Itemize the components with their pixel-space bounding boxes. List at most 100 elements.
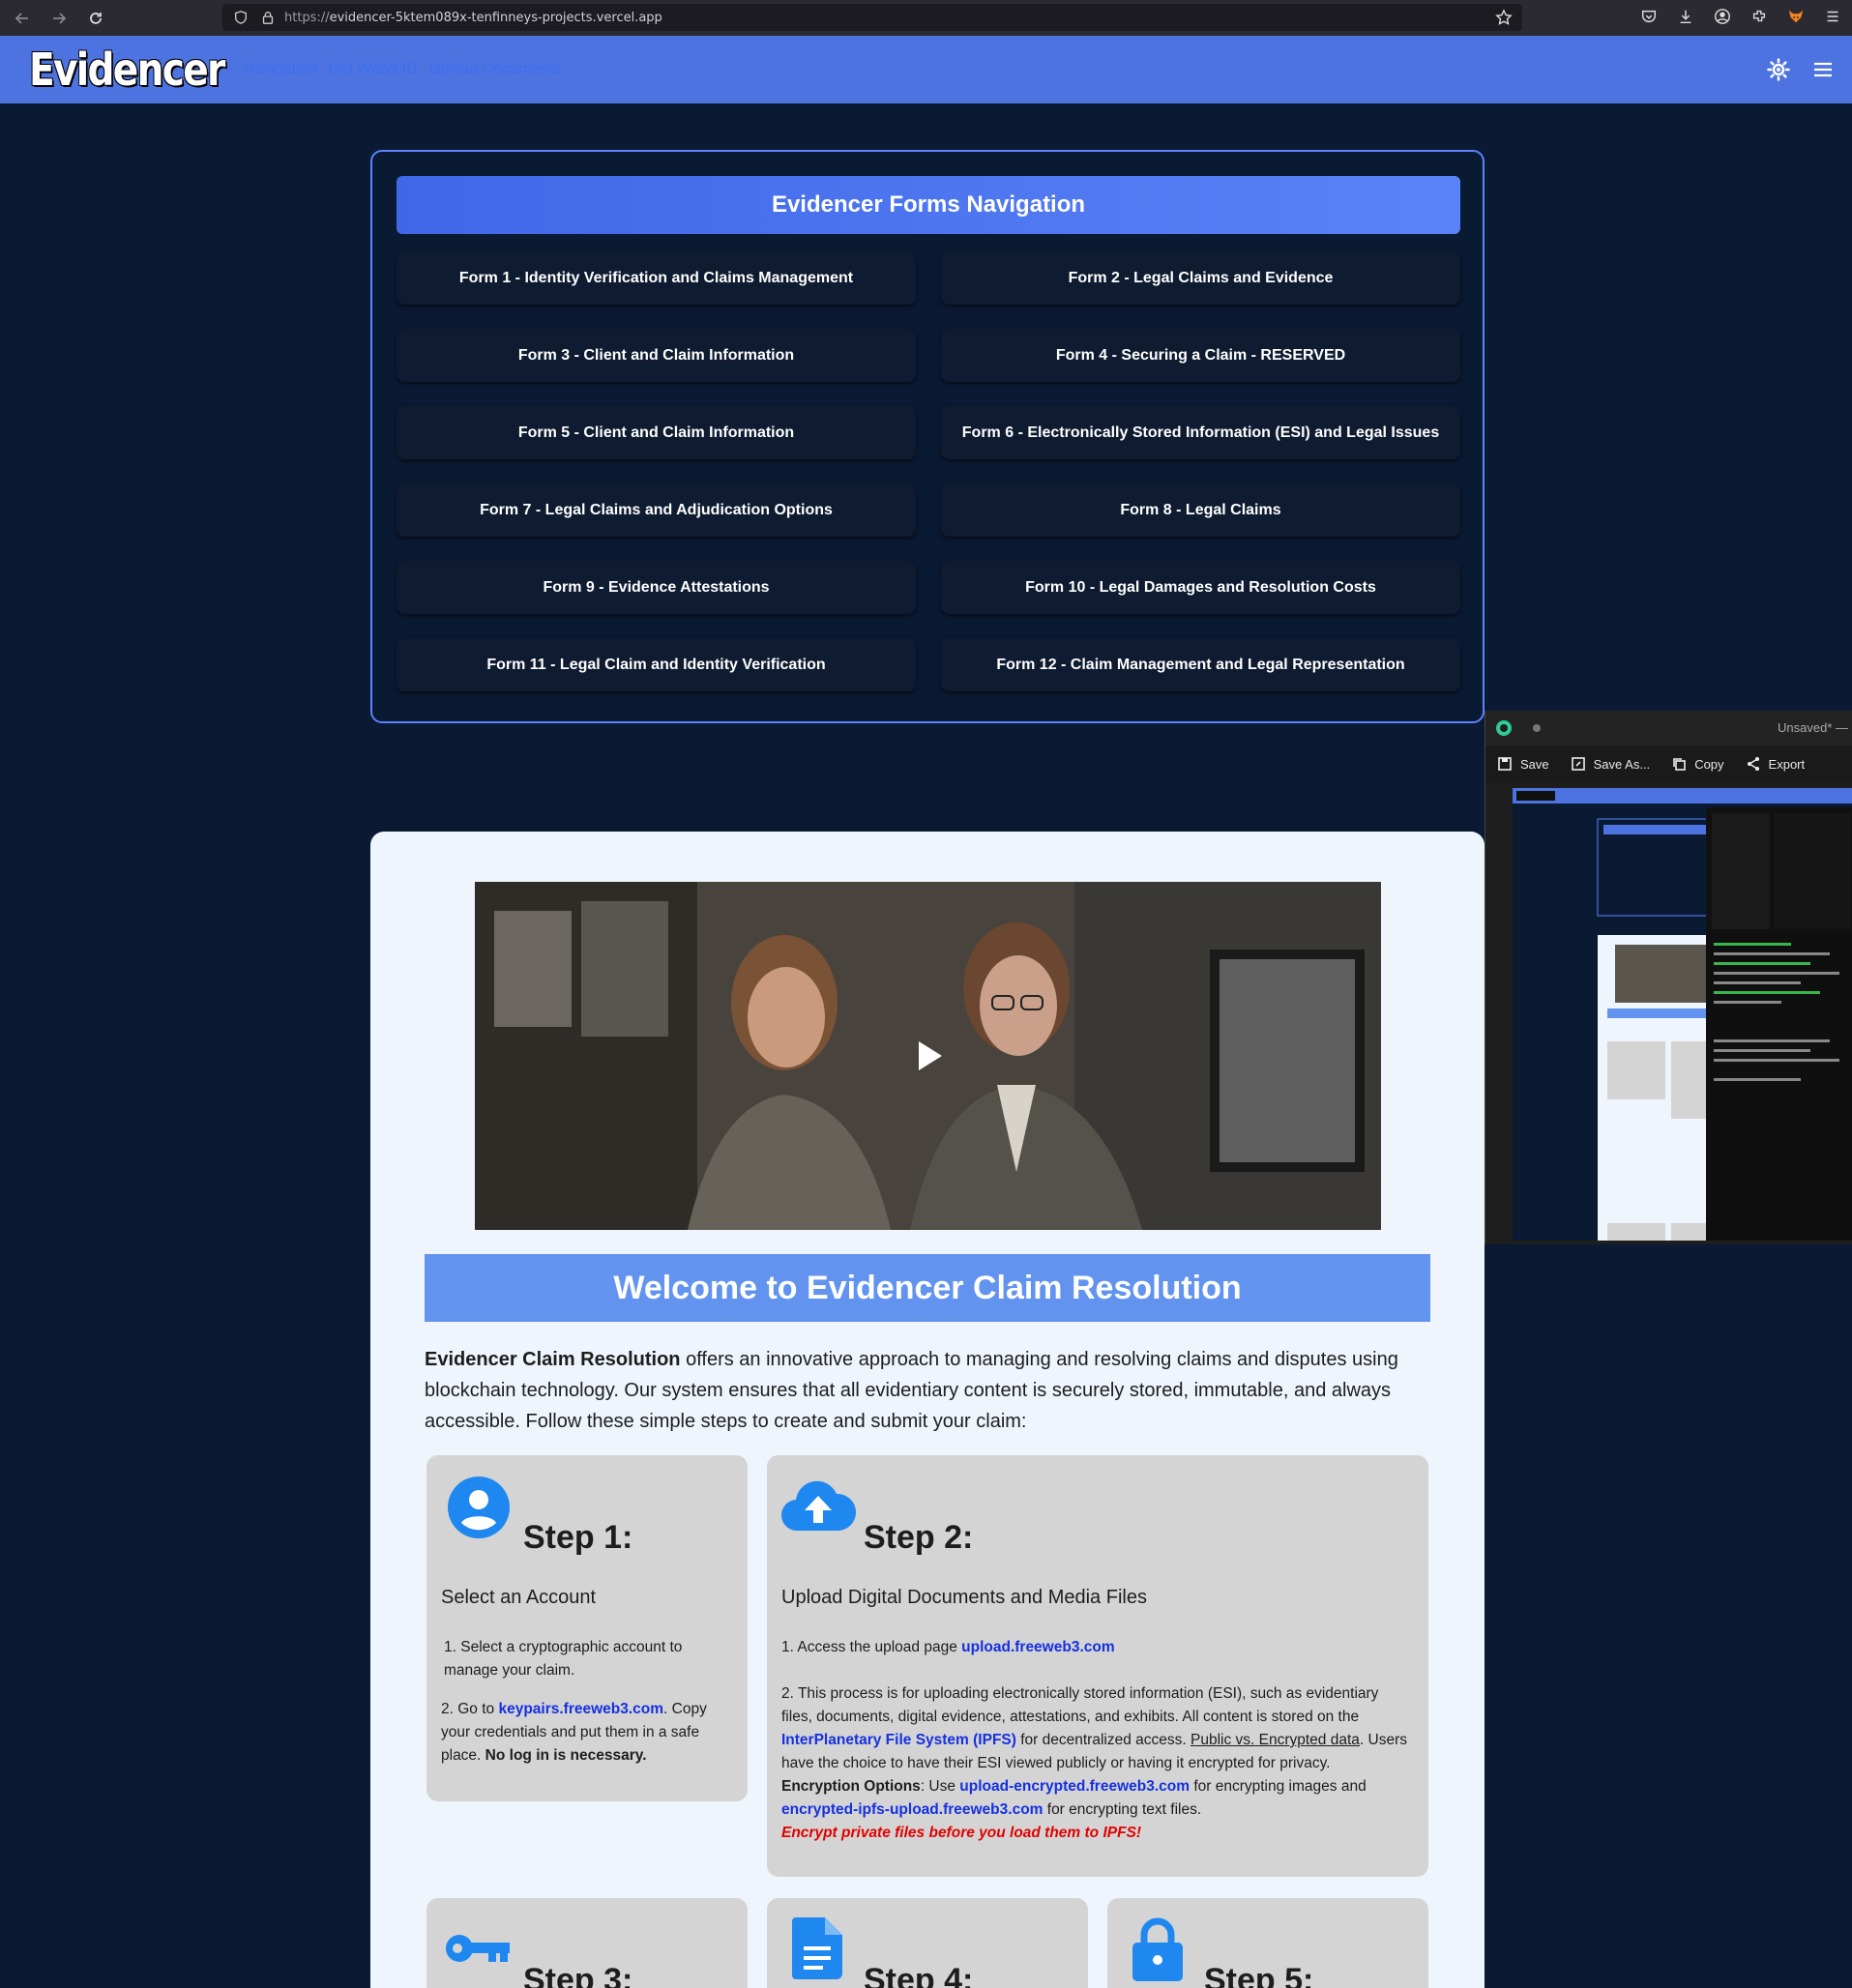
forward-icon[interactable]: [44, 4, 73, 33]
nav-link-get-web3-id[interactable]: Get Web3 ID: [329, 61, 418, 78]
screenshot-tool-titlebar: Unsaved* —: [1485, 711, 1852, 746]
form-link-10[interactable]: Form 10 - Legal Damages and Resolution C…: [941, 561, 1460, 614]
lock-icon: [1132, 1917, 1183, 1981]
form-link-8[interactable]: Form 8 - Legal Claims: [941, 483, 1460, 537]
forms-navigation-panel: Evidencer Forms Navigation Form 1 - Iden…: [370, 150, 1485, 723]
form-link-12[interactable]: Form 12 - Claim Management and Legal Rep…: [941, 638, 1460, 691]
screenshot-preview[interactable]: [1513, 788, 1852, 1241]
step-2-title: Step 2:: [864, 1519, 974, 1556]
upload-link[interactable]: upload.freeweb3.com: [961, 1639, 1114, 1655]
no-login-note: No log in is necessary.: [485, 1747, 647, 1764]
cloud-upload-icon: [781, 1480, 856, 1532]
share-icon: [1747, 757, 1759, 771]
use-text: : Use: [920, 1778, 960, 1795]
play-icon[interactable]: [909, 1037, 948, 1075]
decentralized-text: for decentralized access.: [1015, 1732, 1191, 1748]
fox-icon[interactable]: [1786, 7, 1806, 26]
esi-text: 2. This process is for uploading electro…: [781, 1685, 1379, 1725]
star-icon[interactable]: [1495, 9, 1513, 26]
step-5-card: Step 5:: [1107, 1898, 1428, 1988]
url-text[interactable]: https://evidencer-5ktem089x-tenfinneys-p…: [284, 11, 662, 25]
forms-grid: Form 1 - Identity Verification and Claim…: [397, 251, 1460, 691]
text-files-text: for encrypting text files.: [1043, 1801, 1202, 1818]
encrypted-ipfs-upload-link[interactable]: encrypted-ipfs-upload.freeweb3.com: [781, 1801, 1043, 1818]
export-button[interactable]: Export: [1746, 756, 1806, 772]
document-icon: [792, 1917, 842, 1979]
intro-video[interactable]: [475, 882, 1381, 1230]
user-icon: [448, 1476, 510, 1538]
back-icon[interactable]: [8, 4, 37, 33]
step-2-subtitle: Upload Digital Documents and Media Files: [781, 1587, 1147, 1608]
app-logo-icon: [1496, 720, 1512, 736]
intro-paragraph: Evidencer Claim Resolution offers an inn…: [425, 1344, 1430, 1437]
step-2-item-1: 1. Access the upload page upload.freeweb…: [781, 1636, 1410, 1659]
form-link-3[interactable]: Form 3 - Client and Claim Information: [397, 329, 916, 382]
form-link-1[interactable]: Form 1 - Identity Verification and Claim…: [397, 251, 916, 305]
step-3-title: Step 3:: [523, 1962, 633, 1988]
nav-link-navigation[interactable]: Navigation: [244, 61, 317, 78]
theme-toggle-icon[interactable]: [1767, 58, 1790, 81]
copy-icon: [1673, 758, 1686, 771]
form-link-9[interactable]: Form 9 - Evidence Attestations: [397, 561, 916, 614]
export-label: Export: [1768, 756, 1806, 772]
form-link-2[interactable]: Form 2 - Legal Claims and Evidence: [941, 251, 1460, 305]
step-1-item-2: 2. Go to keypairs.freeweb3.com. Copy you…: [441, 1698, 731, 1768]
step-1-card: Step 1: Select an Account 1. Select a cr…: [426, 1455, 748, 1801]
save-as-label: Save As...: [1593, 756, 1651, 772]
reload-icon[interactable]: [81, 4, 110, 33]
extensions-icon[interactable]: [1749, 7, 1769, 26]
encryption-options-label: Encryption Options: [781, 1778, 921, 1795]
menu-icon[interactable]: [1823, 7, 1842, 26]
form-link-11[interactable]: Form 11 - Legal Claim and Identity Verif…: [397, 638, 916, 691]
save-button[interactable]: Save: [1497, 756, 1549, 772]
step-2-body: 1. Access the upload page upload.freeweb…: [781, 1636, 1410, 1845]
images-text: for encrypting images and: [1190, 1778, 1367, 1795]
ipfs-link[interactable]: InterPlanetary File System (IPFS): [781, 1732, 1016, 1748]
step-2-item-2: 2. This process is for uploading electro…: [781, 1682, 1410, 1822]
screenshot-tool-toolbar: Save Save As... Copy Export: [1485, 746, 1852, 782]
save-icon: [1498, 757, 1512, 771]
step-1-title: Step 1:: [523, 1519, 633, 1556]
welcome-title: Welcome to Evidencer Claim Resolution: [425, 1254, 1430, 1322]
address-bar[interactable]: https://evidencer-5ktem089x-tenfinneys-p…: [222, 4, 1522, 31]
screenshot-preview-image: [1513, 788, 1852, 1241]
status-dot-icon: [1533, 724, 1541, 732]
intro-bold: Evidencer Claim Resolution: [425, 1349, 681, 1370]
step-2-card: Step 2: Upload Digital Documents and Med…: [767, 1455, 1428, 1877]
copy-label: Copy: [1694, 756, 1724, 772]
upload-encrypted-link[interactable]: upload-encrypted.freeweb3.com: [959, 1778, 1190, 1795]
site-header: Evidencer Navigation Get Web3 ID Upload …: [0, 36, 1852, 103]
brand-logo[interactable]: Evidencer: [29, 44, 225, 96]
step-1-item-2-pre: 2. Go to: [441, 1701, 499, 1717]
forms-navigation-title: Evidencer Forms Navigation: [397, 176, 1460, 234]
form-link-4[interactable]: Form 4 - Securing a Claim - RESERVED: [941, 329, 1460, 382]
pocket-icon[interactable]: [1639, 7, 1659, 26]
encryption-warning: Encrypt private files before you load th…: [781, 1825, 1142, 1841]
step-1-subtitle: Select an Account: [441, 1587, 597, 1608]
save-as-button[interactable]: Save As...: [1571, 756, 1651, 772]
key-icon: [446, 1935, 510, 1962]
screenshot-tool-window: Unsaved* — Save Save As... Copy Export: [1485, 711, 1852, 1244]
nav-link-upload-documents[interactable]: Upload Documents: [429, 61, 561, 78]
step-2-item-1-pre: 1. Access the upload page: [781, 1639, 962, 1655]
download-icon[interactable]: [1676, 7, 1695, 26]
shield-icon[interactable]: [232, 9, 250, 26]
step-4-card: Step 4:: [767, 1898, 1088, 1988]
save-label: Save: [1520, 756, 1549, 772]
site-nav: Navigation Get Web3 ID Upload Documents: [244, 36, 561, 103]
step-3-card: Step 3:: [426, 1898, 748, 1988]
public-vs-encrypted-link[interactable]: Public vs. Encrypted data: [1191, 1732, 1360, 1748]
unsaved-status: Unsaved* —: [1778, 720, 1848, 735]
copy-button[interactable]: Copy: [1671, 756, 1724, 772]
claim-resolution-section: Welcome to Evidencer Claim Resolution Ev…: [370, 832, 1485, 1988]
lock-icon[interactable]: [259, 9, 277, 26]
hamburger-menu-icon[interactable]: [1811, 58, 1835, 81]
step-5-title: Step 5:: [1204, 1962, 1314, 1988]
account-icon[interactable]: [1713, 7, 1732, 26]
form-link-7[interactable]: Form 7 - Legal Claims and Adjudication O…: [397, 483, 916, 537]
form-link-6[interactable]: Form 6 - Electronically Stored Informati…: [941, 406, 1460, 459]
step-4-title: Step 4:: [864, 1962, 974, 1988]
keypairs-link[interactable]: keypairs.freeweb3.com: [498, 1701, 663, 1717]
step-1-item-1: 1. Select a cryptographic account to man…: [444, 1639, 683, 1679]
form-link-5[interactable]: Form 5 - Client and Claim Information: [397, 406, 916, 459]
